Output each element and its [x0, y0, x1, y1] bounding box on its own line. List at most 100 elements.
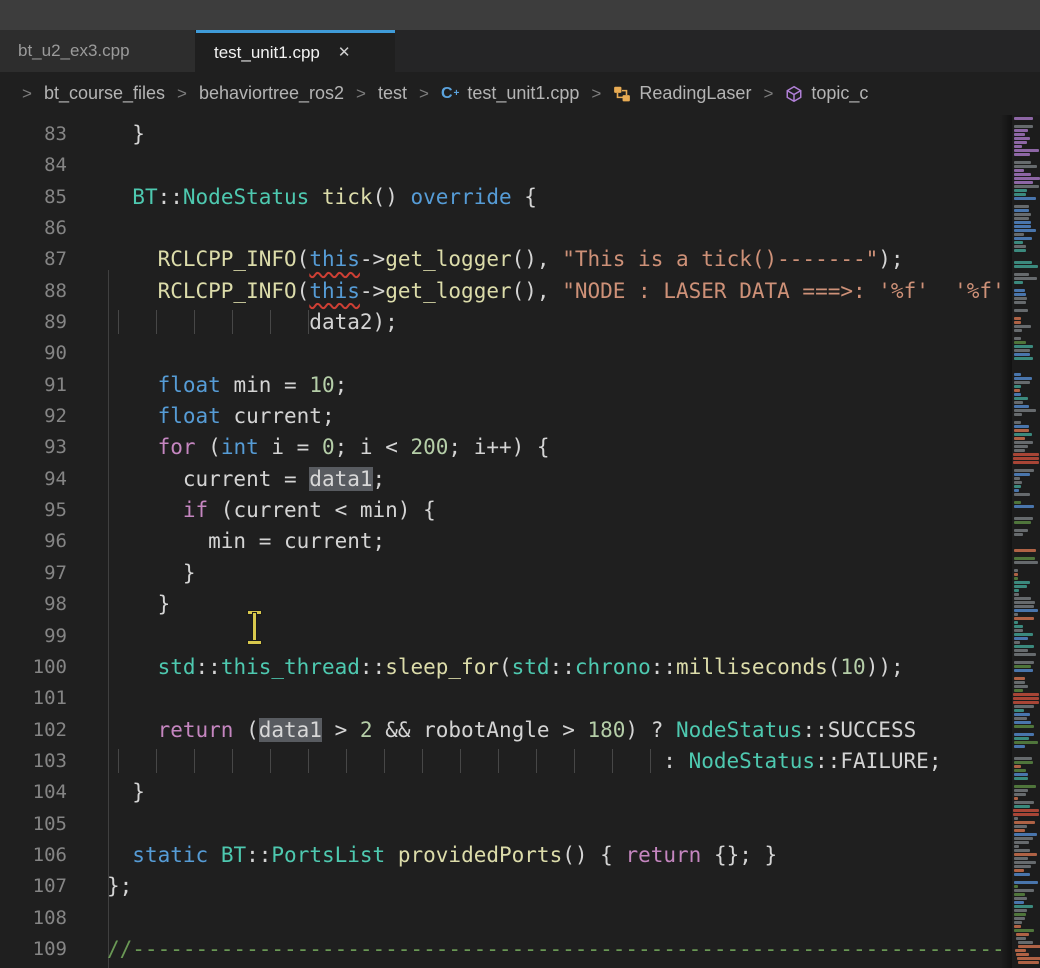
breadcrumb-item-behaviortree-ros2[interactable]: behaviortree_ros2 — [199, 83, 344, 104]
minimap-line — [1014, 477, 1020, 480]
code-line-84[interactable]: 84 — [0, 150, 1002, 181]
breadcrumb-item-test-unit1-cpp[interactable]: test_unit1.cpp — [467, 83, 579, 104]
code-line-107[interactable]: 107}; — [0, 871, 1002, 902]
minimap-line — [1014, 849, 1030, 852]
minimap-line — [1014, 665, 1031, 668]
minimap-line — [1013, 457, 1039, 460]
minimap-line — [1014, 473, 1030, 476]
minimap-line — [1018, 941, 1033, 944]
minimap-line — [1014, 833, 1037, 836]
minimap-line — [1016, 933, 1029, 936]
line-number[interactable]: 90 — [0, 338, 67, 369]
minimap-line — [1014, 601, 1035, 604]
minimap-line — [1014, 705, 1034, 708]
line-number[interactable]: 87 — [0, 244, 67, 275]
code-text: data2); — [107, 307, 398, 338]
minimap-line — [1014, 181, 1033, 184]
line-number[interactable]: 108 — [0, 903, 67, 934]
code-line-98[interactable]: 98 } — [0, 589, 1002, 620]
line-number[interactable]: 85 — [0, 182, 67, 213]
code-line-105[interactable]: 105 — [0, 809, 1002, 840]
line-number[interactable]: 88 — [0, 276, 67, 307]
minimap-line — [1014, 689, 1023, 692]
line-number[interactable]: 104 — [0, 777, 67, 808]
code-line-88[interactable]: 88 RCLCPP_INFO(this->get_logger(), "NODE… — [0, 276, 1002, 307]
breadcrumb-item-readinglaser[interactable]: ReadingLaser — [639, 83, 751, 104]
minimap-line — [1014, 873, 1030, 876]
code-line-85[interactable]: 85 BT::NodeStatus tick() override { — [0, 182, 1002, 213]
minimap-line — [1014, 733, 1034, 736]
line-number[interactable]: 91 — [0, 370, 67, 401]
line-number[interactable]: 98 — [0, 589, 67, 620]
code-line-86[interactable]: 86 — [0, 213, 1002, 244]
tab-test_unit1[interactable]: test_unit1.cpp ✕ — [196, 30, 395, 72]
line-number[interactable]: 84 — [0, 150, 67, 181]
code-line-103[interactable]: 103 : NodeStatus::FAILURE; — [0, 746, 1002, 777]
line-number[interactable]: 102 — [0, 715, 67, 746]
code-line-91[interactable]: 91 float min = 10; — [0, 370, 1002, 401]
code-line-99[interactable]: 99 — [0, 621, 1002, 652]
minimap-line — [1014, 441, 1033, 444]
minimap-line — [1014, 265, 1038, 268]
chevron-right-icon: > — [419, 84, 429, 104]
code-line-104[interactable]: 104 } — [0, 777, 1002, 808]
code-line-90[interactable]: 90 — [0, 338, 1002, 369]
line-number[interactable]: 99 — [0, 621, 67, 652]
code-line-95[interactable]: 95 if (current < min) { — [0, 495, 1002, 526]
minimap-line — [1014, 717, 1027, 720]
minimap-line — [1014, 653, 1036, 656]
code-line-106[interactable]: 106 static BT::PortsList providedPorts()… — [0, 840, 1002, 871]
minimap-line — [1014, 349, 1030, 352]
code-editor[interactable]: 83 }8485 BT::NodeStatus tick() override … — [0, 115, 1040, 968]
line-number[interactable]: 83 — [0, 119, 67, 150]
code-line-92[interactable]: 92 float current; — [0, 401, 1002, 432]
minimap-line — [1014, 533, 1023, 536]
code-line-100[interactable]: 100 std::this_thread::sleep_for(std::chr… — [0, 652, 1002, 683]
minimap-line — [1014, 517, 1033, 520]
minimap-line — [1014, 177, 1040, 180]
minimap-line — [1016, 937, 1027, 940]
minimap-line — [1014, 281, 1023, 284]
code-line-101[interactable]: 101 — [0, 683, 1002, 714]
breadcrumb-item-test[interactable]: test — [378, 83, 407, 104]
code-line-83[interactable]: 83 } — [0, 119, 1002, 150]
breadcrumb-item-bt-course-files[interactable]: bt_course_files — [44, 83, 165, 104]
line-number[interactable]: 106 — [0, 840, 67, 871]
line-number[interactable]: 95 — [0, 495, 67, 526]
line-number[interactable]: 101 — [0, 683, 67, 714]
line-number[interactable]: 96 — [0, 526, 67, 557]
minimap-line — [1014, 609, 1038, 612]
line-number[interactable]: 109 — [0, 934, 67, 965]
minimap-line — [1014, 521, 1031, 524]
breadcrumb-item-topic[interactable]: topic_c — [811, 83, 868, 104]
line-number[interactable]: 92 — [0, 401, 67, 432]
code-area[interactable]: 83 }8485 BT::NodeStatus tick() override … — [0, 115, 1002, 968]
line-number[interactable]: 86 — [0, 213, 67, 244]
line-number[interactable]: 103 — [0, 746, 67, 777]
code-line-89[interactable]: 89 data2); — [0, 307, 1002, 338]
minimap-shadow — [1000, 115, 1012, 968]
line-number[interactable]: 97 — [0, 558, 67, 589]
line-number[interactable]: 93 — [0, 432, 67, 463]
tab-bt_u2_ex3[interactable]: bt_u2_ex3.cpp — [0, 30, 196, 72]
code-line-94[interactable]: 94 current = data1; — [0, 464, 1002, 495]
code-text: float current; — [107, 401, 335, 432]
line-number[interactable]: 107 — [0, 871, 67, 902]
minimap[interactable] — [1012, 115, 1040, 968]
code-line-102[interactable]: 102 return (data1 > 2 && robotAngle > 18… — [0, 715, 1002, 746]
minimap-line — [1014, 153, 1030, 156]
code-line-97[interactable]: 97 } — [0, 558, 1002, 589]
code-line-109[interactable]: 109//-----------------------------------… — [0, 934, 1002, 965]
minimap-line — [1014, 397, 1028, 400]
minimap-line — [1014, 241, 1023, 244]
code-line-87[interactable]: 87 RCLCPP_INFO(this->get_logger(), "This… — [0, 244, 1002, 275]
code-line-108[interactable]: 108 — [0, 903, 1002, 934]
close-icon[interactable]: ✕ — [338, 45, 351, 60]
line-number[interactable]: 94 — [0, 464, 67, 495]
minimap-line — [1014, 385, 1021, 388]
code-line-93[interactable]: 93 for (int i = 0; i < 200; i++) { — [0, 432, 1002, 463]
line-number[interactable]: 100 — [0, 652, 67, 683]
line-number[interactable]: 105 — [0, 809, 67, 840]
code-line-96[interactable]: 96 min = current; — [0, 526, 1002, 557]
line-number[interactable]: 89 — [0, 307, 67, 338]
